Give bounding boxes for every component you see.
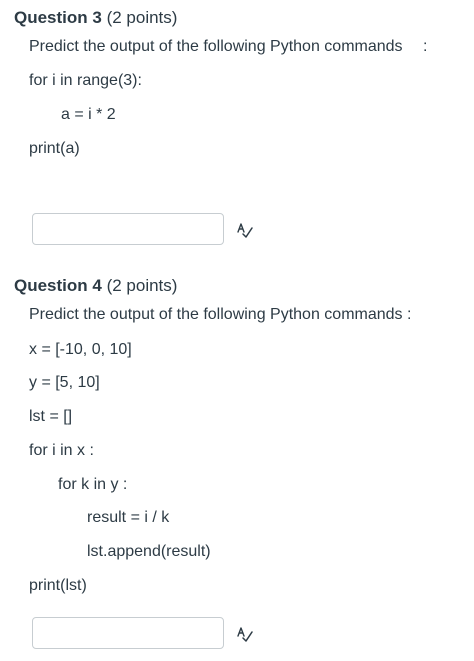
spellcheck-icon[interactable] [236, 221, 254, 239]
question-3-title: Question 3 (2 points) [14, 8, 177, 28]
question-4-code-line: for k in y : [58, 476, 128, 493]
question-4-answer-input[interactable] [32, 617, 224, 649]
spellcheck-icon[interactable] [236, 625, 254, 643]
question-3-prompt-colon: : [423, 38, 428, 55]
question-3-code-line: a = i * 2 [61, 106, 116, 123]
question-4-code-line: lst.append(result) [87, 543, 211, 560]
question-4-prompt: Predict the output of the following Pyth… [29, 306, 412, 323]
question-3-number: Question 3 [14, 8, 102, 27]
question-4-code-line: lst = [] [29, 408, 73, 425]
question-3-code-line: print(a) [29, 140, 80, 157]
question-4-number: Question 4 [14, 276, 102, 295]
question-4-code-line: x = [-10, 0, 10] [29, 341, 132, 358]
question-4-code-line: y = [5, 10] [29, 374, 100, 391]
question-4-code-line: print(lst) [29, 577, 87, 594]
question-3-code-line: for i in range(3): [29, 72, 142, 89]
question-4-points: (2 points) [101, 276, 178, 295]
question-3-points: (2 points) [101, 8, 178, 27]
question-4-title: Question 4 (2 points) [14, 276, 177, 296]
question-3-prompt: Predict the output of the following Pyth… [29, 38, 403, 55]
question-4-code-line: for i in x : [29, 442, 94, 459]
question-3-answer-input[interactable] [32, 213, 224, 245]
question-4-code-line: result = i / k [87, 509, 170, 526]
